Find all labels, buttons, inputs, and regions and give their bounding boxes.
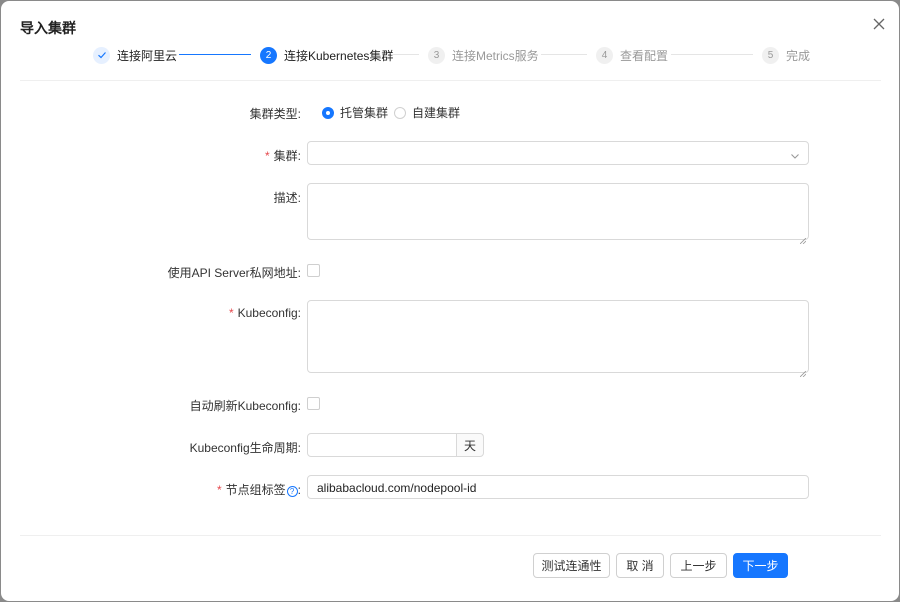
step-connector: [541, 54, 587, 55]
kubeconfig-label: * Kubeconfig:: [228, 306, 301, 320]
radio-managed-cluster[interactable]: 托管集群: [322, 104, 388, 121]
step-label: 连接Metrics服务: [452, 48, 539, 63]
node-label-label: * 节点组标签?:: [216, 483, 301, 497]
step-finish: 5 完成: [762, 45, 810, 65]
step-number: 2: [260, 46, 277, 64]
radio-self-built-cluster[interactable]: 自建集群: [394, 104, 460, 121]
close-icon[interactable]: [871, 16, 887, 32]
help-icon[interactable]: ?: [286, 486, 298, 497]
step-connect-k8s: 2 连接Kubernetes集群: [260, 45, 393, 65]
step-connector: [671, 54, 753, 55]
radio-label: 自建集群: [412, 106, 461, 120]
step-label: 完成: [786, 48, 811, 63]
step-connect-metrics: 3 连接Metrics服务: [428, 45, 539, 65]
step-connector: [391, 54, 419, 55]
cluster-type-label: 集群类型:: [249, 107, 301, 121]
cancel-button[interactable]: 取 消: [616, 553, 664, 578]
check-icon: [93, 46, 110, 64]
header-divider: [20, 80, 881, 81]
private-api-checkbox[interactable]: [307, 264, 320, 277]
auto-refresh-label: 自动刷新Kubeconfig:: [189, 399, 301, 413]
radio-label: 托管集群: [340, 106, 389, 120]
next-step-button[interactable]: 下一步: [733, 553, 788, 578]
import-cluster-dialog: 导入集群 连接阿里云 2 连接Kubernetes集群 3 连接Metrics服…: [1, 1, 899, 601]
lifetime-input[interactable]: [307, 433, 457, 457]
step-number: 4: [596, 46, 613, 64]
resize-handle-icon[interactable]: [799, 231, 807, 245]
step-label: 连接阿里云: [117, 48, 178, 63]
step-number: 3: [428, 46, 445, 64]
description-textarea[interactable]: [307, 183, 809, 245]
step-connect-aliyun: 连接阿里云: [93, 45, 177, 65]
step-view-config: 4 查看配置: [596, 45, 668, 65]
wizard-steps: 连接阿里云 2 连接Kubernetes集群 3 连接Metrics服务 4 查…: [1, 45, 899, 65]
description-label: 描述:: [273, 191, 301, 205]
lifetime-label: Kubeconfig生命周期:: [189, 441, 301, 455]
cluster-label: * 集群:: [264, 149, 301, 163]
dialog-title: 导入集群: [20, 20, 76, 36]
radio-dot: [322, 106, 334, 119]
cluster-select[interactable]: [307, 141, 809, 165]
chevron-down-icon: [790, 148, 800, 166]
step-connector: [179, 54, 251, 55]
kubeconfig-textarea[interactable]: [307, 300, 809, 378]
footer-divider: [20, 535, 881, 536]
auto-refresh-checkbox[interactable]: [307, 397, 320, 410]
step-label: 连接Kubernetes集群: [284, 48, 394, 63]
previous-step-button[interactable]: 上一步: [670, 553, 727, 578]
private-api-label: 使用API Server私网地址:: [167, 266, 301, 280]
radio-dot: [394, 106, 406, 119]
test-connectivity-button[interactable]: 测试连通性: [533, 553, 610, 578]
lifetime-unit-addon: 天: [456, 433, 484, 457]
resize-handle-icon[interactable]: [799, 364, 807, 378]
node-label-input[interactable]: alibabacloud.com/nodepool-id: [307, 475, 809, 499]
step-label: 查看配置: [620, 48, 669, 63]
step-number: 5: [762, 46, 779, 64]
